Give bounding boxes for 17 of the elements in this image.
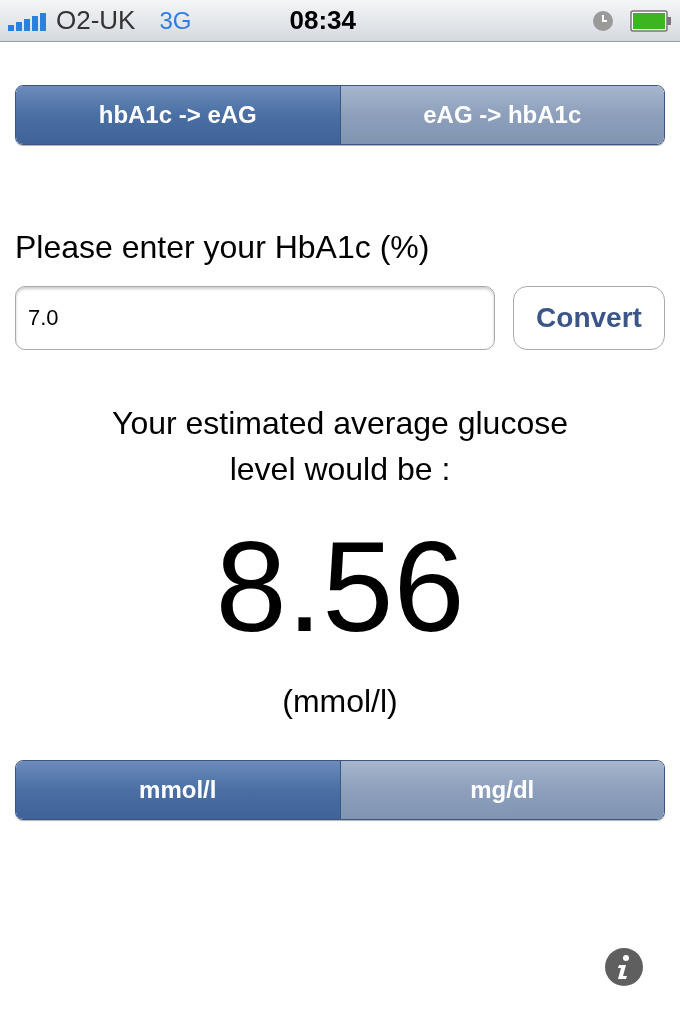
signal-icon <box>8 10 48 31</box>
segment-tab[interactable]: eAG -> hbA1c <box>339 86 664 144</box>
info-icon[interactable] <box>605 948 643 986</box>
hba1c-input-field[interactable]: 7.0 <box>15 286 495 350</box>
result-value: 8.56 <box>214 514 466 660</box>
carrier-name: O2-UK <box>56 4 136 37</box>
battery-icon <box>630 9 672 32</box>
result-caption: Your estimated average glucose level would be : <box>111 404 569 489</box>
clock-time: 08:34 <box>289 4 356 37</box>
result-unit: (mmol/l) <box>281 682 399 721</box>
network-type: 3G <box>159 5 192 36</box>
input-label: Please enter your HbA1c (%) <box>15 228 431 267</box>
segment-tab[interactable]: mg/dl <box>339 761 664 819</box>
segment-tab[interactable]: hbA1c -> eAG <box>16 86 340 144</box>
convert-button[interactable]: Convert <box>513 286 665 350</box>
segment-tab[interactable]: mmol/l <box>16 761 340 819</box>
clock-icon <box>592 9 614 32</box>
